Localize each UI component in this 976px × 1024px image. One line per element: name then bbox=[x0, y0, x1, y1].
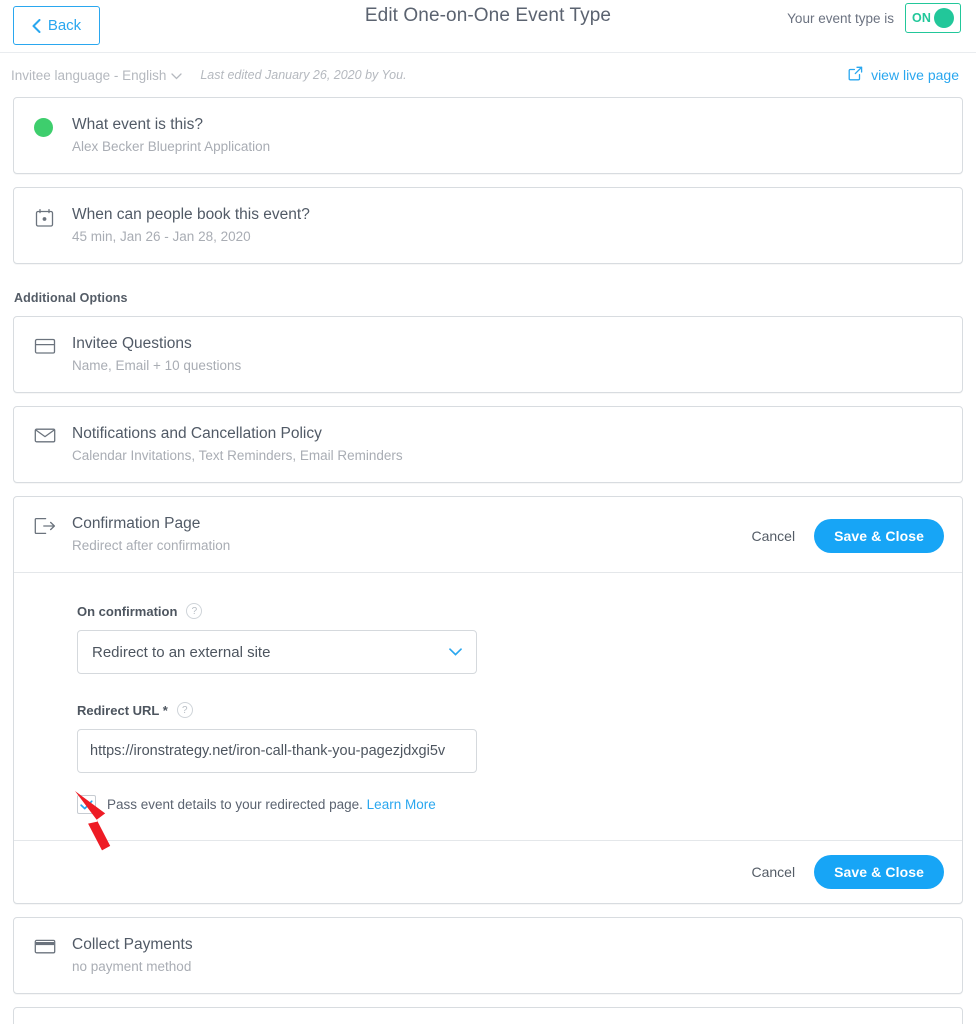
redirect-url-label-row: Redirect URL * ? bbox=[77, 702, 962, 718]
card-invitee-questions-row[interactable]: Invitee Questions Name, Email + 10 quest… bbox=[14, 317, 962, 392]
card-when-book-texts: When can people book this event? 45 min,… bbox=[72, 205, 944, 246]
chevron-down-icon bbox=[171, 68, 183, 83]
event-type-toggle-label: Your event type is bbox=[787, 10, 894, 26]
event-type-toggle[interactable]: ON bbox=[905, 3, 961, 33]
card-collect-payments-title: Collect Payments bbox=[72, 936, 193, 953]
pass-event-details-row: Pass event details to your redirected pa… bbox=[77, 795, 962, 814]
card-what-event-row[interactable]: What event is this? Alex Becker Blueprin… bbox=[14, 98, 962, 173]
confirmation-form-body: On confirmation ? Redirect to an externa… bbox=[14, 573, 962, 840]
confirmation-header-actions: Cancel Save & Close bbox=[749, 514, 944, 553]
card-invitee-questions[interactable]: Invitee Questions Name, Email + 10 quest… bbox=[13, 316, 963, 393]
card-confirmation-page: Confirmation Page Redirect after confirm… bbox=[13, 496, 963, 904]
on-confirmation-label: On confirmation bbox=[77, 603, 178, 619]
card-notifications[interactable]: Notifications and Cancellation Policy Ca… bbox=[13, 406, 963, 483]
external-link-icon bbox=[848, 66, 863, 84]
card-notifications-title: Notifications and Cancellation Policy bbox=[72, 425, 322, 442]
card-when-book-row[interactable]: When can people book this event? 45 min,… bbox=[14, 188, 962, 263]
card-confirmation-page-header[interactable]: Confirmation Page Redirect after confirm… bbox=[14, 497, 962, 572]
redirect-url-input[interactable] bbox=[77, 729, 477, 773]
card-collect-payments[interactable]: Collect Payments no payment method bbox=[13, 917, 963, 994]
help-icon-redirect-url[interactable]: ? bbox=[176, 702, 193, 718]
envelope-icon bbox=[34, 427, 60, 444]
card-confirmation-page-texts: Confirmation Page Redirect after confirm… bbox=[72, 514, 749, 555]
calendar-icon bbox=[34, 208, 60, 229]
additional-options-header: Additional Options bbox=[14, 291, 128, 305]
invitee-language-select[interactable]: Invitee language - English bbox=[11, 67, 183, 83]
on-confirmation-selected-value: Redirect to an external site bbox=[92, 643, 271, 661]
card-confirmation-page-title: Confirmation Page bbox=[72, 515, 201, 532]
view-live-page-link[interactable]: view live page bbox=[848, 66, 959, 84]
edit-event-type-page: Back Edit One-on-One Event Type Your eve… bbox=[0, 0, 976, 1024]
card-invitee-questions-title: Invitee Questions bbox=[72, 335, 192, 352]
card-notifications-texts: Notifications and Cancellation Policy Ca… bbox=[72, 424, 944, 465]
invitee-language-label: Invitee language - English bbox=[11, 67, 167, 83]
confirmation-cancel-button-top[interactable]: Cancel bbox=[749, 524, 797, 548]
on-confirmation-label-row: On confirmation ? bbox=[77, 603, 962, 619]
card-what-event-texts: What event is this? Alex Becker Blueprin… bbox=[72, 115, 944, 156]
last-edited-text: Last edited January 26, 2020 by You. bbox=[200, 68, 407, 82]
card-partial-bottom[interactable] bbox=[13, 1007, 963, 1024]
confirmation-save-close-button-top[interactable]: Save & Close bbox=[814, 519, 944, 553]
on-confirmation-field: On confirmation ? Redirect to an externa… bbox=[77, 603, 962, 674]
top-bar: Back Edit One-on-One Event Type Your eve… bbox=[0, 0, 976, 52]
card-collect-payments-texts: Collect Payments no payment method bbox=[72, 935, 944, 976]
card-what-event-title: What event is this? bbox=[72, 116, 203, 133]
card-when-book[interactable]: When can people book this event? 45 min,… bbox=[13, 187, 963, 264]
redirect-url-field: Redirect URL * ? bbox=[77, 702, 962, 773]
confirmation-cancel-button-bottom[interactable]: Cancel bbox=[749, 860, 797, 884]
card-when-book-title: When can people book this event? bbox=[72, 206, 310, 223]
toggle-state-label: ON bbox=[912, 11, 932, 25]
chevron-down-icon bbox=[449, 648, 462, 656]
help-icon-on-confirmation[interactable]: ? bbox=[186, 603, 203, 619]
pass-event-details-checkbox[interactable] bbox=[77, 795, 96, 814]
learn-more-link[interactable]: Learn More bbox=[367, 797, 436, 812]
card-what-event[interactable]: What event is this? Alex Becker Blueprin… bbox=[13, 97, 963, 174]
redirect-url-label: Redirect URL * bbox=[77, 702, 168, 718]
pass-event-details-label: Pass event details to your redirected pa… bbox=[107, 797, 436, 812]
sub-header: Invitee language - English Last edited J… bbox=[0, 53, 976, 97]
card-invitee-questions-texts: Invitee Questions Name, Email + 10 quest… bbox=[72, 334, 944, 375]
card-what-event-subtitle: Alex Becker Blueprint Application bbox=[72, 139, 271, 154]
credit-card-icon bbox=[34, 938, 60, 955]
confirmation-save-close-button-bottom[interactable]: Save & Close bbox=[814, 855, 944, 889]
card-confirmation-page-subtitle: Redirect after confirmation bbox=[72, 538, 231, 553]
event-type-toggle-group: Your event type is ON bbox=[787, 3, 961, 33]
card-collect-payments-subtitle: no payment method bbox=[72, 959, 192, 974]
redirect-icon bbox=[34, 517, 60, 535]
confirmation-footer-actions: Cancel Save & Close bbox=[14, 841, 962, 903]
card-notifications-subtitle: Calendar Invitations, Text Reminders, Em… bbox=[72, 448, 403, 463]
view-live-page-label: view live page bbox=[871, 67, 959, 83]
main-content: What event is this? Alex Becker Blueprin… bbox=[0, 97, 976, 994]
green-dot-icon bbox=[34, 118, 60, 137]
card-collect-payments-row[interactable]: Collect Payments no payment method bbox=[14, 918, 962, 993]
pass-event-details-text: Pass event details to your redirected pa… bbox=[107, 797, 363, 812]
toggle-knob-icon bbox=[934, 8, 955, 28]
card-notifications-row[interactable]: Notifications and Cancellation Policy Ca… bbox=[14, 407, 962, 482]
form-icon bbox=[34, 337, 60, 356]
on-confirmation-select[interactable]: Redirect to an external site bbox=[77, 630, 477, 674]
card-when-book-subtitle: 45 min, Jan 26 - Jan 28, 2020 bbox=[72, 229, 251, 244]
card-invitee-questions-subtitle: Name, Email + 10 questions bbox=[72, 358, 242, 373]
